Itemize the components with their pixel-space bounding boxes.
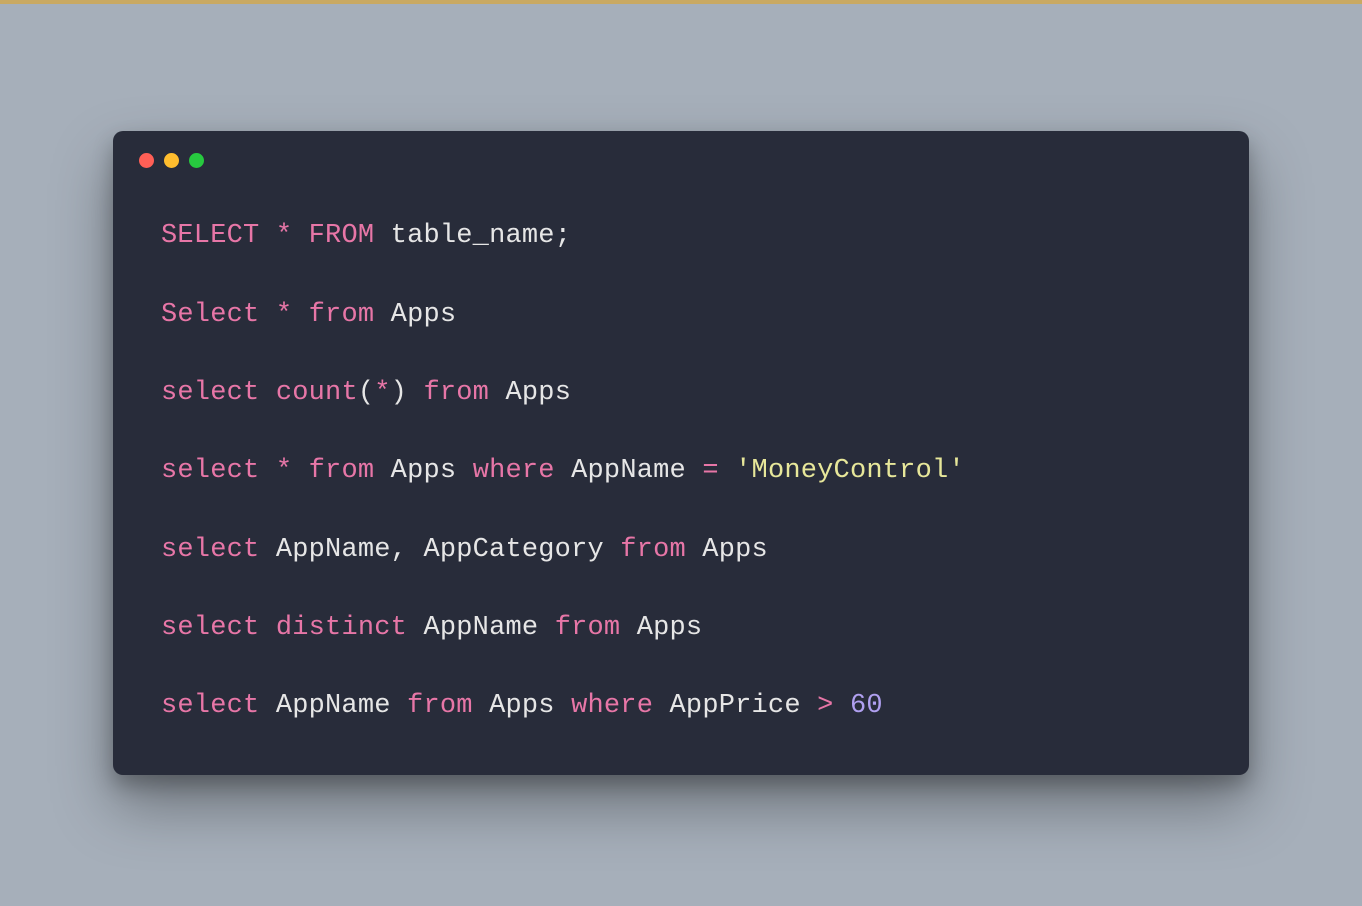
code-token-plain bbox=[259, 221, 275, 251]
code-body: SELECT * FROM table_name; Select * from A… bbox=[113, 178, 1249, 775]
code-token-number: 60 bbox=[850, 691, 883, 721]
code-token-plain: Apps bbox=[620, 613, 702, 643]
code-token-plain bbox=[292, 456, 308, 486]
code-token-plain bbox=[719, 456, 735, 486]
code-line: SELECT * FROM table_name; bbox=[161, 220, 1201, 252]
code-token-plain bbox=[259, 456, 275, 486]
code-token-plain bbox=[292, 300, 308, 330]
code-token-plain bbox=[407, 378, 423, 408]
code-token-op: = bbox=[702, 456, 718, 486]
code-token-plain bbox=[292, 221, 308, 251]
code-token-punc: ( bbox=[358, 378, 374, 408]
code-token-keyword: SELECT bbox=[161, 221, 259, 251]
code-window: SELECT * FROM table_name; Select * from A… bbox=[113, 131, 1249, 775]
code-token-star: * bbox=[276, 300, 292, 330]
code-token-punc: ) bbox=[391, 378, 407, 408]
code-token-plain: AppPrice bbox=[653, 691, 817, 721]
code-token-plain: Apps bbox=[374, 456, 472, 486]
code-line: select AppName, AppCategory from Apps bbox=[161, 534, 1201, 566]
code-token-plain: AppName bbox=[407, 613, 555, 643]
window-header bbox=[113, 131, 1249, 178]
code-line: select AppName from Apps where AppPrice … bbox=[161, 690, 1201, 722]
code-token-keyword: FROM bbox=[309, 221, 375, 251]
code-token-keyword: from bbox=[620, 535, 686, 565]
code-token-keyword: where bbox=[473, 456, 555, 486]
code-token-string: 'MoneyControl' bbox=[735, 456, 965, 486]
code-token-plain bbox=[259, 613, 275, 643]
code-token-plain: Apps bbox=[489, 378, 571, 408]
top-accent-left bbox=[0, 0, 899, 4]
code-token-plain: AppName, AppCategory bbox=[259, 535, 620, 565]
code-token-keyword: from bbox=[309, 456, 375, 486]
zoom-icon[interactable] bbox=[189, 153, 204, 168]
code-token-keyword: select bbox=[161, 378, 259, 408]
code-line: select * from Apps where AppName = 'Mone… bbox=[161, 455, 1201, 487]
code-token-keyword: Select bbox=[161, 300, 259, 330]
code-token-keyword: select bbox=[161, 535, 259, 565]
code-token-op: > bbox=[817, 691, 833, 721]
code-token-plain bbox=[259, 378, 275, 408]
code-token-keyword: from bbox=[309, 300, 375, 330]
code-token-plain bbox=[834, 691, 850, 721]
code-token-keyword: where bbox=[571, 691, 653, 721]
code-token-func: count bbox=[276, 378, 358, 408]
code-token-keyword: distinct bbox=[276, 613, 407, 643]
code-token-keyword: from bbox=[407, 691, 473, 721]
code-token-plain: table_name; bbox=[374, 221, 571, 251]
minimize-icon[interactable] bbox=[164, 153, 179, 168]
top-accent-bars bbox=[0, 0, 1362, 4]
code-token-plain: Apps bbox=[374, 300, 456, 330]
code-token-plain: AppName bbox=[259, 691, 407, 721]
code-token-keyword: from bbox=[555, 613, 621, 643]
code-token-plain: Apps bbox=[686, 535, 768, 565]
code-token-keyword: select bbox=[161, 613, 259, 643]
code-token-keyword: from bbox=[423, 378, 489, 408]
code-token-plain bbox=[259, 300, 275, 330]
code-token-keyword: select bbox=[161, 456, 259, 486]
code-token-star: * bbox=[276, 456, 292, 486]
code-token-plain: Apps bbox=[473, 691, 571, 721]
top-accent-right bbox=[899, 0, 1362, 4]
code-line: Select * from Apps bbox=[161, 299, 1201, 331]
code-line: select distinct AppName from Apps bbox=[161, 612, 1201, 644]
code-token-star: * bbox=[276, 221, 292, 251]
code-token-plain: AppName bbox=[555, 456, 703, 486]
close-icon[interactable] bbox=[139, 153, 154, 168]
code-line: select count(*) from Apps bbox=[161, 377, 1201, 409]
code-token-keyword: select bbox=[161, 691, 259, 721]
code-token-star: * bbox=[374, 378, 390, 408]
